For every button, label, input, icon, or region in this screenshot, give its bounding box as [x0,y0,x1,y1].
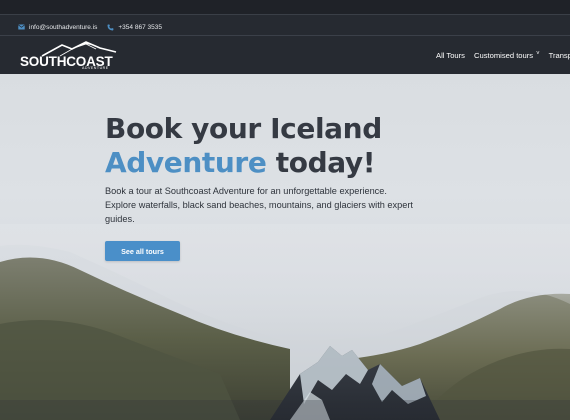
phone-contact[interactable]: +354 867 3535 [107,24,162,31]
nav-customised-tours[interactable]: Customised tours ˅ [473,50,540,61]
chevron-down-icon: ˅ [536,50,540,57]
hero-headline: Book your Iceland Adventure today! [105,112,382,180]
site-logo[interactable]: SOUTHCOAST ADVENTURE [20,39,120,71]
main-nav: All Tours Customised tours ˅ Transp [436,50,570,61]
nav-label: Transp [548,51,570,60]
nav-all-tours[interactable]: All Tours [436,51,465,60]
see-all-tours-button[interactable]: See all tours [105,241,180,261]
email-contact[interactable]: info@southadventure.is [18,24,97,31]
contact-bar: info@southadventure.is +354 867 3535 [18,21,162,33]
logo-subtext: ADVENTURE [82,66,109,70]
headline-rest: today! [266,146,376,179]
browser-top-strip [0,0,570,14]
hero-subtext: Book a tour at Southcoast Adventure for … [105,186,413,224]
nav-transport[interactable]: Transp [549,51,570,60]
header-divider [0,35,570,36]
hero-section: Book your Iceland Adventure today! Book … [0,74,570,420]
email-link[interactable]: info@southadventure.is [29,24,97,31]
phone-icon [107,24,114,31]
headline-accent: Adventure [105,146,267,179]
headline-line1: Book your Iceland [105,112,382,145]
site-header: info@southadventure.is +354 867 3535 SOU… [0,14,570,74]
nav-label: Customised tours [473,51,534,60]
phone-link[interactable]: +354 867 3535 [118,24,162,31]
mail-icon [18,24,25,30]
nav-label: All Tours [436,51,465,60]
